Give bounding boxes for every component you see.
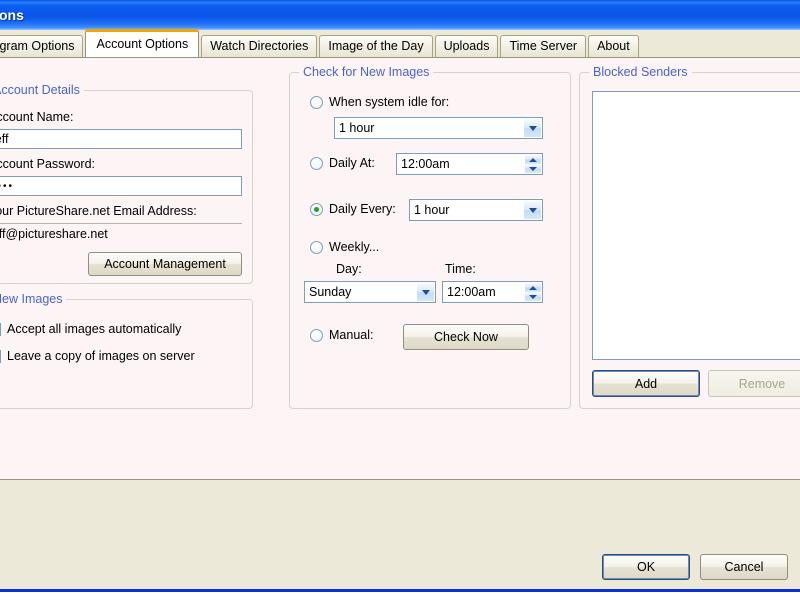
radio-mark-when-system-idle (310, 95, 323, 109)
radio-label-daily-every: Daily Every: (329, 202, 396, 216)
radio-mark-daily-every (310, 202, 323, 216)
idle-duration-value: 1 hour (339, 121, 375, 135)
check-now-button[interactable]: Check Now (403, 324, 529, 350)
spinner-down-icon[interactable] (525, 292, 541, 301)
weekly-time-label: Time: (445, 262, 476, 276)
window-title: Options (0, 7, 24, 23)
checkbox-box-leave-copy (0, 349, 1, 363)
new-images-group: New Images Accept all images automatical… (0, 292, 253, 409)
tab-strip: Program Options Account Options Watch Di… (0, 29, 800, 57)
spinner-buttons-weekly-time[interactable] (525, 283, 541, 301)
daily-every-interval-value: 1 hour (414, 203, 450, 217)
weekly-day-label: Day: (336, 262, 362, 276)
tab-account-options[interactable]: Account Options (85, 29, 200, 57)
title-bar: Options (0, 0, 800, 30)
account-password-input[interactable]: •••• (0, 176, 242, 196)
blocked-senders-listbox[interactable] (592, 91, 800, 360)
check-for-new-images-group: Check for New Images When system idle fo… (289, 65, 571, 409)
radio-mark-manual (310, 328, 323, 342)
account-name-label: Account Name: (0, 110, 74, 124)
tab-about[interactable]: About (588, 35, 639, 57)
check-for-new-images-group-title: Check for New Images (299, 65, 434, 79)
dialog-button-bar: OK Cancel (0, 483, 800, 589)
spinner-down-icon[interactable] (525, 164, 541, 173)
radio-mark-daily-at (310, 156, 323, 170)
chevron-down-icon[interactable] (524, 201, 541, 219)
email-address-label: Your PictureShare.net Email Address: (0, 204, 197, 218)
spinner-buttons-daily-at[interactable] (525, 155, 541, 173)
radio-label-when-system-idle: When system idle for: (329, 95, 450, 109)
account-details-group: Account Details Account Name: jeff Accou… (0, 83, 253, 284)
email-address-field: jeff@pictureshare.net (0, 223, 242, 242)
chevron-down-icon[interactable] (417, 283, 434, 301)
radio-when-system-idle[interactable]: When system idle for: (310, 95, 449, 109)
remove-button-label: Remove (738, 376, 786, 391)
account-management-button[interactable]: Account Management (88, 252, 242, 276)
idle-duration-combo[interactable]: 1 hour (334, 117, 543, 139)
daily-at-time-spinner[interactable]: 12:00am (396, 153, 543, 175)
add-blocked-sender-button[interactable]: Add (592, 370, 700, 397)
spinner-up-icon[interactable] (525, 283, 541, 292)
radio-manual[interactable]: Manual: (310, 328, 373, 342)
blocked-senders-group-title: Blocked Senders (589, 65, 692, 79)
accept-all-images-label: Accept all images automatically (7, 322, 182, 336)
ok-button[interactable]: OK (602, 554, 690, 580)
daily-every-interval-combo[interactable]: 1 hour (409, 199, 543, 221)
radio-daily-at[interactable]: Daily At: (310, 156, 375, 170)
tab-watch-directories[interactable]: Watch Directories (201, 35, 318, 57)
account-name-input[interactable]: jeff (0, 129, 242, 149)
weekly-time-spinner[interactable]: 12:00am (442, 281, 543, 303)
tab-time-server[interactable]: Time Server (500, 35, 587, 57)
daily-at-time-value: 12:00am (401, 157, 450, 171)
radio-label-weekly: Weekly... (329, 240, 380, 254)
accept-all-images-checkbox[interactable]: Accept all images automatically (0, 322, 181, 336)
weekly-time-value: 12:00am (447, 285, 496, 299)
leave-copy-on-server-label: Leave a copy of images on server (7, 349, 195, 363)
tab-image-of-the-day[interactable]: Image of the Day (319, 35, 433, 57)
radio-label-manual: Manual: (329, 328, 374, 342)
blocked-senders-group: Blocked Senders Add Remove (579, 65, 800, 409)
radio-weekly[interactable]: Weekly... (310, 240, 379, 254)
checkbox-box-accept-all (0, 322, 1, 336)
leave-copy-on-server-checkbox[interactable]: Leave a copy of images on server (0, 349, 195, 363)
account-options-tab-page: Account Details Account Name: jeff Accou… (0, 57, 800, 480)
cancel-button[interactable]: Cancel (700, 554, 788, 580)
account-password-label: Account Password: (0, 157, 95, 171)
new-images-group-title: New Images (0, 292, 67, 306)
radio-label-daily-at: Daily At: (329, 156, 375, 170)
radio-mark-weekly (310, 240, 323, 254)
radio-daily-every[interactable]: Daily Every: (310, 202, 396, 216)
options-dialog: Options Program Options Account Options … (0, 0, 800, 592)
tab-program-options[interactable]: Program Options (0, 35, 84, 57)
chevron-down-icon[interactable] (524, 119, 541, 137)
spinner-up-icon[interactable] (525, 155, 541, 164)
tab-uploads[interactable]: Uploads (434, 35, 499, 57)
account-details-group-title: Account Details (0, 83, 84, 97)
weekly-day-value: Sunday (309, 285, 352, 299)
remove-blocked-sender-button: Remove (708, 370, 800, 397)
weekly-day-combo[interactable]: Sunday (304, 281, 436, 303)
